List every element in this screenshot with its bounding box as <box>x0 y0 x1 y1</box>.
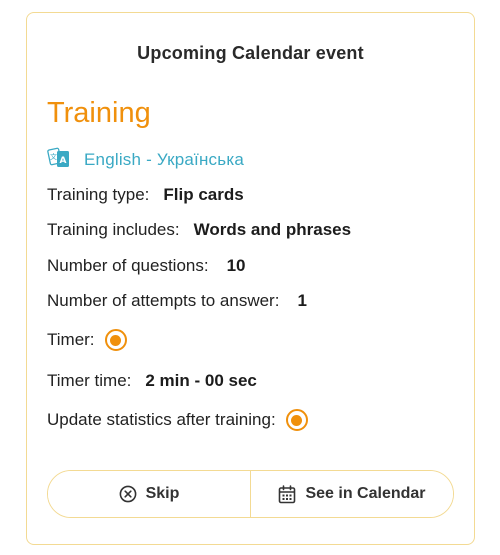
training-includes-value: Words and phrases <box>193 220 352 239</box>
attempts-row: Number of attempts to answer: 1 <box>47 291 307 311</box>
language-label: English - Українська <box>84 150 244 169</box>
questions-label: Number of questions: <box>47 256 209 275</box>
language-pair: A 文 English - Українська <box>47 146 244 174</box>
svg-text:A: A <box>60 156 67 166</box>
event-title: Training <box>47 97 151 129</box>
timer-radio[interactable] <box>104 329 127 351</box>
questions-row: Number of questions: 10 <box>47 256 246 276</box>
training-type-label: Training type: <box>47 185 150 204</box>
skip-label: Skip <box>145 485 180 502</box>
svg-text:文: 文 <box>50 152 57 161</box>
calendar-icon <box>279 484 296 503</box>
radio-dot-icon <box>110 334 122 346</box>
see-in-calendar-button[interactable]: See in Calendar <box>251 471 453 517</box>
attempts-value: 1 <box>297 291 307 310</box>
attempts-label: Number of attempts to answer: <box>47 291 280 310</box>
training-includes-row: Training includes: Words and phrases <box>47 220 351 240</box>
update-statistics-row: Update statistics after training: <box>47 409 308 431</box>
timer-time-label: Timer time: <box>47 371 132 390</box>
training-type-value: Flip cards <box>163 185 244 204</box>
action-buttons: Skip See in Calendar <box>47 470 454 518</box>
see-in-calendar-label: See in Calendar <box>305 485 426 502</box>
training-type-row: Training type: Flip cards <box>47 185 244 205</box>
questions-value: 10 <box>226 256 246 275</box>
radio-dot-icon <box>291 414 303 426</box>
skip-button[interactable]: Skip <box>48 471 251 517</box>
timer-label: Timer: <box>47 330 95 349</box>
upcoming-event-card: Upcoming Calendar event Training A 文 Eng… <box>26 12 475 545</box>
translate-cards-icon: A 文 <box>47 146 84 175</box>
card-header: Upcoming Calendar event <box>137 43 364 63</box>
training-includes-label: Training includes: <box>47 220 180 239</box>
update-statistics-label: Update statistics after training: <box>47 410 276 429</box>
timer-time-row: Timer time: 2 min - 00 sec <box>47 371 257 391</box>
timer-time-value: 2 min - 00 sec <box>145 371 257 390</box>
timer-row: Timer: <box>47 329 127 351</box>
update-statistics-radio[interactable] <box>285 409 308 431</box>
close-circle-icon <box>119 485 136 503</box>
